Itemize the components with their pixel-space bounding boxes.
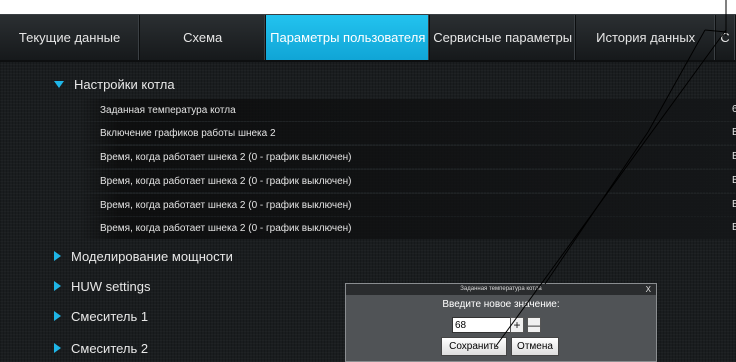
param-row[interactable]: Время, когда работает шнека 2 (0 - графи… [80, 146, 736, 168]
dialog-title: Заданная температура котла [460, 286, 542, 292]
section-power-modeling[interactable]: Моделирование мощности [54, 245, 233, 267]
value-input[interactable] [452, 317, 514, 333]
dialog-prompt: Введите новое значение: [442, 299, 560, 310]
main-tabs: Текущие данные Схема Параметры пользоват… [0, 14, 736, 62]
cancel-button[interactable]: Отмена [511, 337, 559, 356]
tab-data-history[interactable]: История данных [576, 15, 717, 60]
param-label: Время, когда работает шнека 2 (0 - графи… [100, 199, 352, 211]
collapsed-arrow-icon [54, 281, 61, 291]
collapsed-arrow-icon [54, 251, 61, 261]
increment-button[interactable]: + [510, 317, 524, 333]
save-button[interactable]: Сохранить [441, 337, 507, 356]
tab-user-parameters[interactable]: Параметры пользователя [266, 15, 431, 60]
decrement-button[interactable]: — [527, 317, 541, 333]
param-label: Время, когда работает шнека 2 (0 - графи… [100, 151, 352, 163]
param-row[interactable]: Время, когда работает шнека 2 (0 - графи… [80, 170, 736, 192]
param-label: Время, когда работает шнека 2 (0 - графи… [100, 222, 352, 234]
collapsed-arrow-icon [54, 311, 61, 321]
param-row[interactable]: Включение графиков работы шнека 2 В [80, 122, 736, 144]
section-title: Смеситель 2 [71, 340, 149, 356]
param-value: В [732, 151, 736, 162]
param-value: В [732, 222, 736, 233]
param-value: В [732, 127, 736, 138]
section-mixer-1[interactable]: Смеситель 1 [54, 305, 148, 327]
section-boiler-settings[interactable]: Настройки котла [54, 73, 175, 95]
tab-truncated[interactable]: С [716, 15, 736, 60]
dialog-titlebar: Заданная температура котла X [346, 284, 656, 295]
tab-service-parameters[interactable]: Сервисные параметры [430, 15, 577, 60]
param-value: В [732, 175, 736, 186]
param-label: Заданная температура котла [100, 104, 236, 116]
section-title: Смеситель 1 [71, 308, 149, 324]
param-label: Время, когда работает шнека 2 (0 - графи… [100, 175, 352, 187]
collapsed-arrow-icon [54, 343, 61, 353]
section-title: HUW settings [71, 278, 151, 294]
close-icon[interactable]: X [646, 284, 651, 295]
edit-value-dialog: Заданная температура котла X Введите нов… [345, 283, 657, 362]
section-mixer-2[interactable]: Смеситель 2 [54, 337, 148, 359]
section-huw-settings[interactable]: HUW settings [54, 275, 150, 297]
tab-scheme[interactable]: Схема [140, 15, 267, 60]
param-row[interactable]: Время, когда работает шнека 2 (0 - графи… [80, 217, 736, 239]
param-label: Включение графиков работы шнека 2 [100, 127, 276, 139]
section-title: Настройки котла [74, 76, 175, 92]
tab-current-data[interactable]: Текущие данные [0, 15, 141, 60]
param-row[interactable]: Время, когда работает шнека 2 (0 - графи… [80, 194, 736, 216]
param-value: В [732, 199, 736, 210]
param-value: 6 [732, 104, 736, 115]
expanded-arrow-icon [54, 80, 64, 88]
section-title: Моделирование мощности [71, 248, 233, 264]
param-row[interactable]: Заданная температура котла 6 [80, 99, 736, 121]
